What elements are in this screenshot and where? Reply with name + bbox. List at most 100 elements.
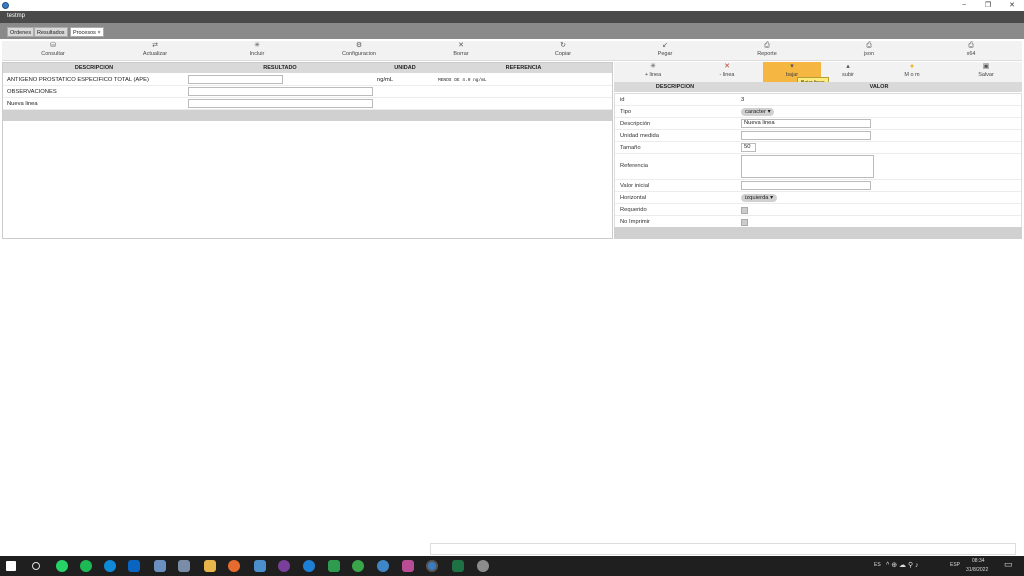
unidad-input[interactable] xyxy=(741,131,871,140)
winrar-icon[interactable] xyxy=(402,560,414,572)
horizontal-select[interactable]: izquierda ▾ xyxy=(741,194,778,202)
tab-ordenes[interactable]: Ordenes xyxy=(7,27,35,37)
borrar-button[interactable]: ✕ Borrar xyxy=(416,41,506,61)
prop-label: Tipo xyxy=(620,109,632,115)
pegar-label: Pegar xyxy=(657,51,673,57)
clock-time[interactable]: 08:34 xyxy=(972,558,985,564)
props-header: DESCRIPCION VALOR xyxy=(614,82,1022,92)
props-col-valor: VALOR xyxy=(869,84,889,90)
remove-line-button[interactable]: ✕ - linea xyxy=(698,62,756,82)
search-icon[interactable] xyxy=(32,562,40,570)
app-icon[interactable] xyxy=(477,560,489,572)
windows-start-icon[interactable] xyxy=(6,561,16,571)
outlook-icon[interactable] xyxy=(128,560,140,572)
consultar-label: Consultar xyxy=(41,51,65,57)
prop-label: Requerido xyxy=(620,207,647,213)
printer-icon: ⎙ xyxy=(764,42,770,49)
actualizar-button[interactable]: ⇄ Actualizar xyxy=(110,41,200,61)
tipo-select[interactable]: caracter ▾ xyxy=(741,108,775,116)
paste-icon: ↙ xyxy=(662,42,668,49)
app-icon[interactable] xyxy=(352,560,364,572)
table-row[interactable]: Nueva linea xyxy=(3,98,612,110)
prop-row-unidad: Unidad medida xyxy=(615,130,1021,142)
resultado-input[interactable] xyxy=(188,99,373,108)
language-indicator[interactable]: ES xyxy=(874,562,881,568)
copiar-button[interactable]: ↻ Copiar xyxy=(518,41,608,61)
system-tray-icons[interactable]: ^ ⊕ ☁ ⚲ ♪ xyxy=(886,561,919,569)
copiar-label: Copiar xyxy=(554,51,572,57)
prop-label: id xyxy=(620,97,625,103)
minimize-button[interactable]: − xyxy=(958,1,970,10)
notification-icon[interactable]: ▭ xyxy=(1004,559,1013,570)
close-button[interactable]: ✕ xyxy=(1006,1,1018,10)
properties-panel: id 3 Tipo caracter ▾ Descripción Nueva l… xyxy=(614,93,1022,239)
app-icon[interactable] xyxy=(377,560,389,572)
main-toolbar: ⛁ Consultar ⇄ Actualizar ✳ Incluir ⚙ Configu… xyxy=(2,41,1022,61)
incluir-button[interactable]: ✳ Incluir xyxy=(212,41,302,61)
app-header: testmp xyxy=(0,11,1024,23)
requerido-checkbox[interactable] xyxy=(741,207,748,214)
descripcion-input[interactable]: Nueva linea xyxy=(741,119,871,128)
configuracion-label: Configuracion xyxy=(342,51,376,57)
reporte-button[interactable]: ⎙ Reporte xyxy=(722,41,812,61)
edge-icon[interactable] xyxy=(104,560,116,572)
tab-resultados[interactable]: Resultados xyxy=(34,27,68,37)
star-icon: ● xyxy=(909,63,915,70)
remove-line-icon: ✕ xyxy=(724,63,730,70)
whatsapp-icon[interactable] xyxy=(56,560,68,572)
active-app-icon[interactable] xyxy=(426,560,438,572)
noimprimir-checkbox[interactable] xyxy=(741,219,748,226)
add-icon: ✳ xyxy=(254,42,260,49)
add-line-icon: ✳ xyxy=(650,63,656,70)
salvar-button[interactable]: ▣ Salvar xyxy=(957,62,1015,82)
firefox-icon[interactable] xyxy=(228,560,240,572)
resultado-input[interactable] xyxy=(188,75,283,84)
bottom-panel xyxy=(430,543,1016,555)
row-descripcion: ANTIGENO PROSTATICO ESPECIFICO TOTAL (AP… xyxy=(7,77,149,83)
mom-button[interactable]: ● M o m xyxy=(883,62,941,82)
pegar-button[interactable]: ↙ Pegar xyxy=(620,41,710,61)
app-icon[interactable] xyxy=(303,560,315,572)
excel-icon[interactable] xyxy=(452,560,464,572)
resultado-input[interactable] xyxy=(188,87,373,96)
network-app-icon[interactable] xyxy=(178,560,190,572)
prop-label: Descripción xyxy=(620,121,651,127)
app-icon[interactable] xyxy=(254,560,266,572)
prop-label: No Imprimir xyxy=(620,219,650,225)
table-row[interactable]: OBSERVACIONES xyxy=(3,86,612,98)
row-unidad: ng/mL xyxy=(377,77,394,83)
prop-row-requerido: Requerido xyxy=(615,204,1021,216)
x64-button[interactable]: ⎙ x64 xyxy=(926,41,1016,61)
app-icon[interactable] xyxy=(278,560,290,572)
incluir-label: Incluir xyxy=(249,51,265,57)
valor-input[interactable] xyxy=(741,181,871,190)
app-icon[interactable] xyxy=(154,560,166,572)
prop-label: Horizontal xyxy=(620,195,647,201)
referencia-textarea[interactable] xyxy=(741,155,874,178)
json-button[interactable]: ⎙ json xyxy=(824,41,914,61)
consultar-button[interactable]: ⛁ Consultar xyxy=(8,41,98,61)
col-referencia: REFERENCIA xyxy=(505,65,542,71)
keyboard-layout[interactable]: ESP xyxy=(950,562,960,568)
move-up-icon: ▴ xyxy=(846,63,850,70)
window-titlebar: − ❐ ✕ xyxy=(0,0,1024,11)
table-row[interactable]: ANTIGENO PROSTATICO ESPECIFICO TOTAL (AP… xyxy=(3,74,612,86)
notepad-icon[interactable] xyxy=(328,560,340,572)
copy-icon: ↻ xyxy=(560,42,566,49)
taskbar: ES ^ ⊕ ☁ ⚲ ♪ ESP 08:34 31/8/2022 ▭ xyxy=(0,556,1024,576)
clock-date[interactable]: 31/8/2022 xyxy=(966,567,988,573)
prop-row-horizontal: Horizontal izquierda ▾ xyxy=(615,192,1021,204)
folder-icon[interactable] xyxy=(204,560,216,572)
spotify-icon[interactable] xyxy=(80,560,92,572)
settings-icon: ⚙ xyxy=(355,42,363,49)
tab-procesos[interactable]: Procesos × xyxy=(70,27,104,37)
restore-button[interactable]: ❐ xyxy=(982,1,994,10)
add-line-button[interactable]: ✳ + linea xyxy=(624,62,682,82)
remove-line-label: - linea xyxy=(719,72,735,78)
configuracion-button[interactable]: ⚙ Configuracion xyxy=(314,41,404,61)
tipo-value: caracter xyxy=(745,109,766,115)
col-unidad: UNIDAD xyxy=(394,65,416,71)
row-descripcion: OBSERVACIONES xyxy=(7,89,57,95)
tamano-input[interactable]: 50 xyxy=(741,143,756,152)
horizontal-value: izquierda xyxy=(745,195,769,201)
